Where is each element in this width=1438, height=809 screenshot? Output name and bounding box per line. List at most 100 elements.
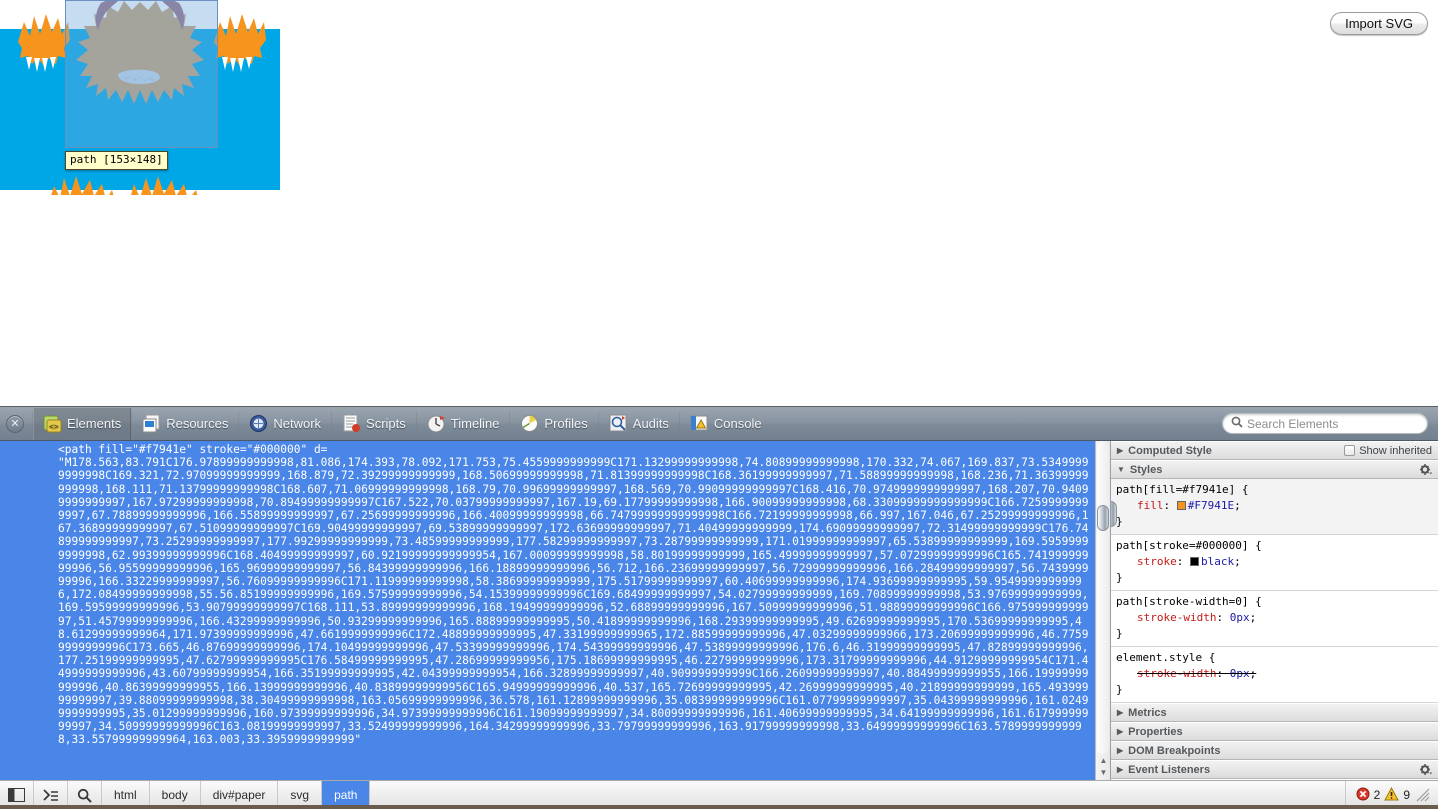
search-icon bbox=[1231, 415, 1243, 433]
semicolon: ; bbox=[1249, 611, 1257, 624]
tab-scripts[interactable]: Scripts bbox=[332, 408, 416, 440]
scripts-icon bbox=[342, 414, 361, 433]
resources-icon bbox=[142, 414, 161, 433]
styles-section-header[interactable]: ▼ Styles bbox=[1111, 460, 1438, 479]
gear-icon[interactable] bbox=[1419, 763, 1432, 776]
element-highlight-tooltip: path [153×148] bbox=[65, 151, 168, 170]
css-property: stroke-width bbox=[1137, 667, 1217, 680]
css-rule-close: } bbox=[1116, 515, 1123, 528]
cow-head bbox=[76, 0, 204, 104]
css-rule-close: } bbox=[1116, 627, 1123, 640]
scroll-down-icon[interactable]: ▼ bbox=[1098, 767, 1109, 779]
css-selector: element.style { bbox=[1116, 651, 1216, 664]
color-swatch[interactable] bbox=[1176, 501, 1186, 510]
chevron-right-icon: ▶ bbox=[1117, 708, 1124, 717]
css-declaration-disabled[interactable]: stroke-width: 0px; bbox=[1111, 666, 1438, 682]
styles-label: Styles bbox=[1129, 463, 1163, 476]
selected-dom-node[interactable]: <path fill="#f7941e" stroke="#000000" d=… bbox=[0, 441, 1095, 749]
metrics-label: Metrics bbox=[1128, 706, 1167, 719]
right-orange-tuft bbox=[214, 14, 266, 72]
error-count: 2 bbox=[1373, 788, 1381, 802]
dom-breakpoints-section-header[interactable]: ▶ DOM Breakpoints bbox=[1111, 741, 1438, 760]
scroll-up-icon[interactable]: ▲ bbox=[1098, 755, 1109, 767]
close-icon[interactable]: ✕ bbox=[6, 414, 24, 433]
css-property: stroke-width bbox=[1137, 611, 1217, 624]
warning-count: 9 bbox=[1403, 788, 1410, 802]
warning-icon bbox=[1384, 786, 1400, 804]
tab-console[interactable]: Console bbox=[680, 408, 772, 440]
css-value: 0px bbox=[1229, 611, 1250, 624]
computed-style-section-header[interactable]: ▶ Computed Style Show inherited bbox=[1111, 441, 1438, 460]
svg-text:<>: <> bbox=[49, 422, 59, 431]
tab-resources[interactable]: Resources bbox=[132, 408, 238, 440]
show-inherited-toggle[interactable]: Show inherited bbox=[1344, 445, 1432, 457]
properties-label: Properties bbox=[1128, 725, 1183, 738]
inspector-toolbar: ✕ <> Elements Resources Network Scripts … bbox=[0, 407, 1438, 441]
resize-grip-icon[interactable] bbox=[1414, 786, 1432, 804]
css-rule-element-style[interactable]: element.style { stroke-width: 0px; } bbox=[1111, 647, 1438, 703]
semicolon: ; bbox=[1249, 667, 1257, 680]
tab-audits-label: Audits bbox=[632, 416, 669, 431]
tab-profiles-label: Profiles bbox=[544, 416, 588, 431]
dom-scrollbar-track[interactable] bbox=[1097, 441, 1109, 754]
css-selector: path[stroke=#000000] { bbox=[1116, 539, 1262, 552]
tab-elements[interactable]: <> Elements bbox=[33, 407, 132, 440]
chevron-right-icon: ▶ bbox=[1117, 727, 1124, 736]
styles-sidebar: ▶ Computed Style Show inherited ▼ Styles bbox=[1110, 441, 1438, 780]
dom-tree-pane[interactable]: <path fill="#f7941e" stroke="#000000" d=… bbox=[0, 441, 1110, 780]
search-elements-field[interactable] bbox=[1222, 413, 1428, 434]
chevron-right-icon: ▶ bbox=[1117, 746, 1124, 755]
audits-icon bbox=[609, 414, 628, 433]
tab-elements-label: Elements bbox=[67, 416, 122, 431]
tab-audits[interactable]: Audits bbox=[599, 408, 679, 440]
show-inherited-label: Show inherited bbox=[1359, 444, 1432, 457]
show-inherited-checkbox[interactable] bbox=[1344, 445, 1356, 456]
css-value: black bbox=[1201, 555, 1235, 568]
css-rule[interactable]: path[stroke=#000000] { stroke: black; } bbox=[1111, 535, 1438, 591]
css-selector: path[stroke-width=0] { bbox=[1116, 595, 1262, 608]
event-listeners-section-header[interactable]: ▶ Event Listeners bbox=[1111, 760, 1438, 779]
search-input[interactable] bbox=[1247, 416, 1417, 431]
bottom-orange-tufts bbox=[51, 176, 198, 195]
css-declaration[interactable]: stroke: black; bbox=[1111, 554, 1438, 570]
css-declaration[interactable]: stroke-width: 0px; bbox=[1111, 610, 1438, 626]
css-declaration[interactable]: fill: #F7941E; bbox=[1111, 498, 1438, 514]
tab-profiles[interactable]: Profiles bbox=[510, 408, 597, 440]
rendered-page: path [153×148] Import SVG bbox=[0, 0, 1438, 406]
css-value: 0px bbox=[1229, 667, 1250, 680]
chevron-down-icon: ▼ bbox=[1117, 465, 1125, 474]
tab-network[interactable]: Network bbox=[239, 408, 331, 440]
gear-icon[interactable] bbox=[1419, 463, 1432, 476]
chevron-right-icon: ▶ bbox=[1117, 446, 1124, 455]
colon: : bbox=[1163, 499, 1177, 512]
timeline-icon bbox=[427, 414, 446, 433]
semicolon: ; bbox=[1234, 555, 1241, 568]
properties-section-header[interactable]: ▶ Properties bbox=[1111, 722, 1438, 741]
metrics-section-header[interactable]: ▶ Metrics bbox=[1111, 703, 1438, 722]
tab-network-label: Network bbox=[273, 416, 322, 431]
css-property: fill bbox=[1137, 499, 1164, 512]
color-swatch[interactable] bbox=[1190, 557, 1199, 566]
console-icon bbox=[690, 414, 709, 433]
tab-timeline-label: Timeline bbox=[450, 416, 500, 431]
chevron-right-icon: ▶ bbox=[1117, 765, 1124, 774]
css-rule[interactable]: path[fill=#f7941e] { fill: #F7941E; } bbox=[1111, 479, 1438, 535]
tab-console-label: Console bbox=[713, 416, 762, 431]
dom-scrollbar-thumb[interactable] bbox=[1097, 505, 1109, 531]
css-selector: path[fill=#f7941e] { bbox=[1116, 483, 1249, 496]
colon: : bbox=[1216, 667, 1230, 680]
import-svg-button[interactable]: Import SVG bbox=[1330, 12, 1428, 35]
css-rule[interactable]: path[stroke-width=0] { stroke-width: 0px… bbox=[1111, 591, 1438, 647]
css-rule-close: } bbox=[1116, 571, 1123, 584]
tab-resources-label: Resources bbox=[166, 416, 229, 431]
elements-icon: <> bbox=[43, 414, 62, 433]
semicolon: ; bbox=[1234, 499, 1241, 512]
colon: : bbox=[1216, 611, 1230, 624]
event-listeners-label: Event Listeners bbox=[1128, 763, 1211, 776]
css-property: stroke bbox=[1137, 555, 1177, 568]
dom-breakpoints-label: DOM Breakpoints bbox=[1128, 744, 1221, 757]
profiles-icon bbox=[520, 414, 539, 433]
dom-scrollbar[interactable]: ▲ ▼ bbox=[1095, 441, 1110, 780]
tab-timeline[interactable]: Timeline bbox=[417, 408, 510, 440]
sidebar-scroll-knob[interactable] bbox=[1111, 501, 1117, 527]
